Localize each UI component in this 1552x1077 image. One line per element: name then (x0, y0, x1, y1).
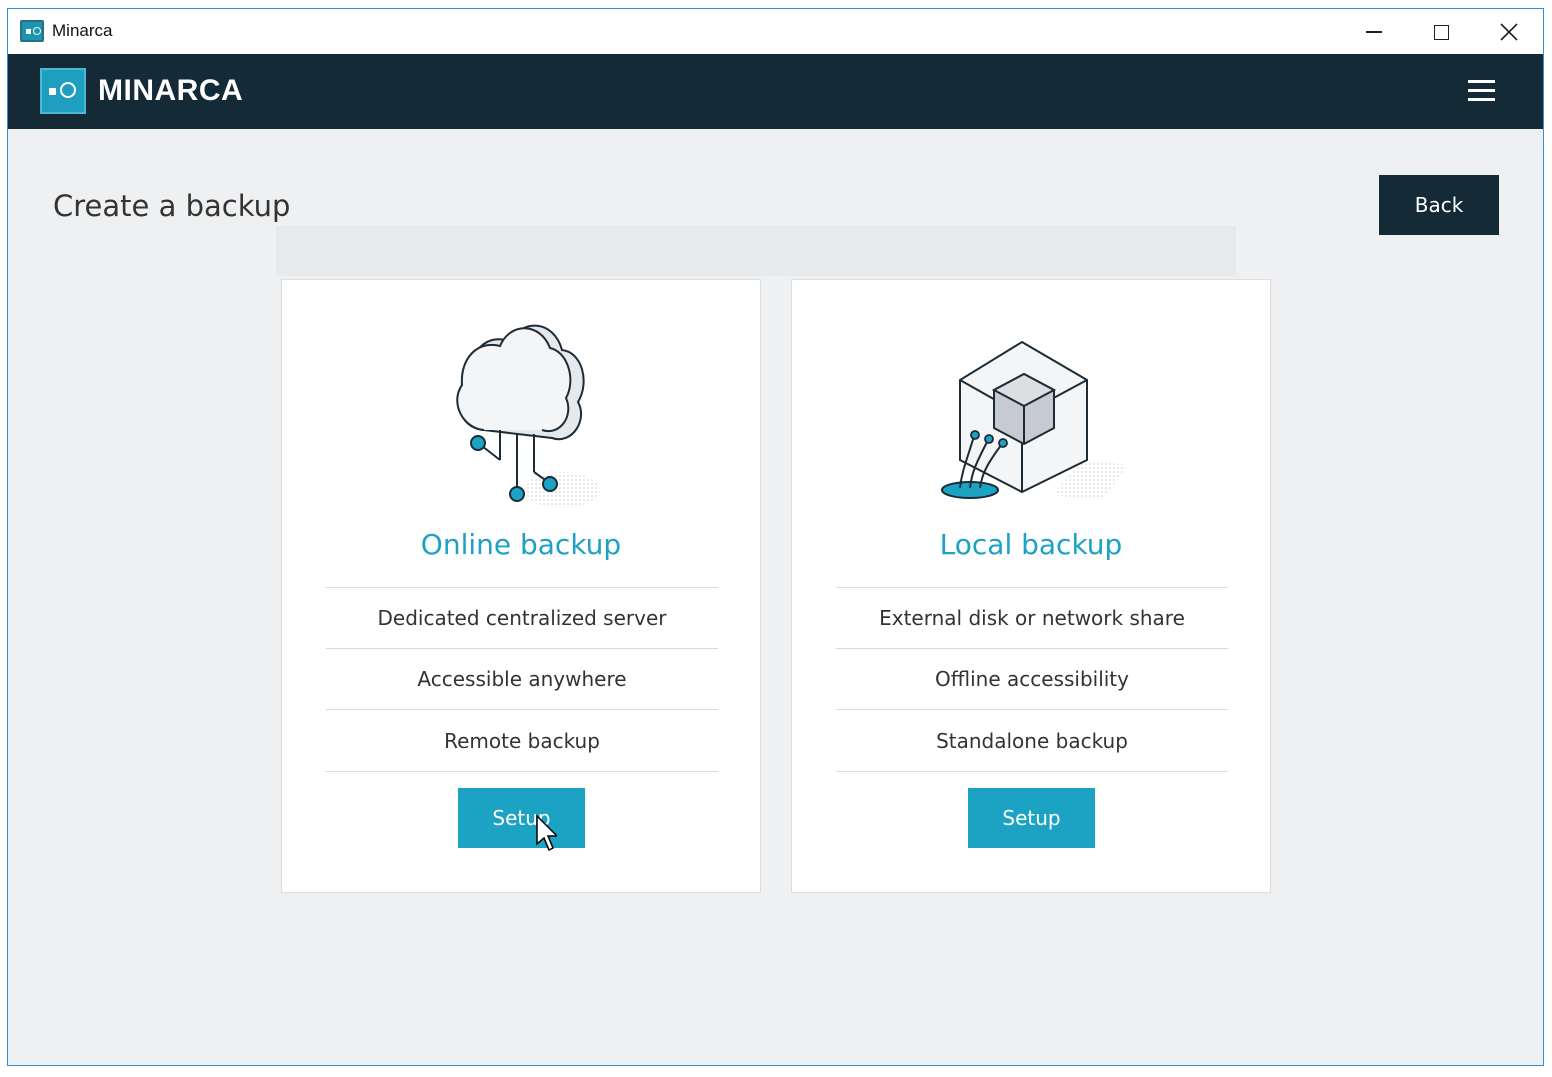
minimize-icon (1366, 31, 1382, 33)
local-storage-icon (941, 340, 1128, 500)
local-backup-features: External disk or network share Offline a… (836, 587, 1228, 772)
brand-name: MINARCA (98, 74, 244, 107)
menu-hamburger-icon[interactable] (1466, 80, 1498, 104)
feature-item: Standalone backup (836, 709, 1228, 772)
online-backup-card: Online backup Dedicated centralized serv… (281, 279, 761, 893)
close-icon (1500, 23, 1518, 41)
mouse-cursor-icon (536, 814, 557, 852)
online-setup-button[interactable]: Setup (458, 788, 585, 848)
feature-item: External disk or network share (836, 587, 1228, 648)
title-bar[interactable]: Minarca (8, 9, 1543, 54)
close-button[interactable] (1478, 13, 1540, 51)
feature-item: Remote backup (326, 709, 718, 772)
online-backup-title: Online backup (420, 528, 622, 561)
minarca-logo-icon (40, 68, 86, 114)
app-icon (20, 20, 44, 42)
online-backup-features: Dedicated centralized server Accessible … (326, 587, 718, 772)
cloud-icon (456, 324, 600, 508)
window-title: Minarca (52, 21, 113, 40)
feature-item: Dedicated centralized server (326, 587, 718, 648)
local-backup-title: Local backup (939, 528, 1123, 561)
decorative-strip (276, 226, 1236, 276)
feature-item: Offline accessibility (836, 648, 1228, 709)
app-header: MINARCA (8, 54, 1543, 129)
local-backup-card: Local backup External disk or network sh… (791, 279, 1271, 893)
local-setup-button[interactable]: Setup (968, 788, 1095, 848)
minimize-button[interactable] (1343, 13, 1405, 51)
maximize-button[interactable] (1410, 13, 1472, 51)
feature-item: Accessible anywhere (326, 648, 718, 709)
app-window: Minarca MINARCA Create a backup Back Onl… (7, 8, 1544, 1066)
maximize-icon (1433, 24, 1449, 40)
back-button[interactable]: Back (1379, 175, 1499, 235)
page-title: Create a backup (53, 189, 291, 223)
